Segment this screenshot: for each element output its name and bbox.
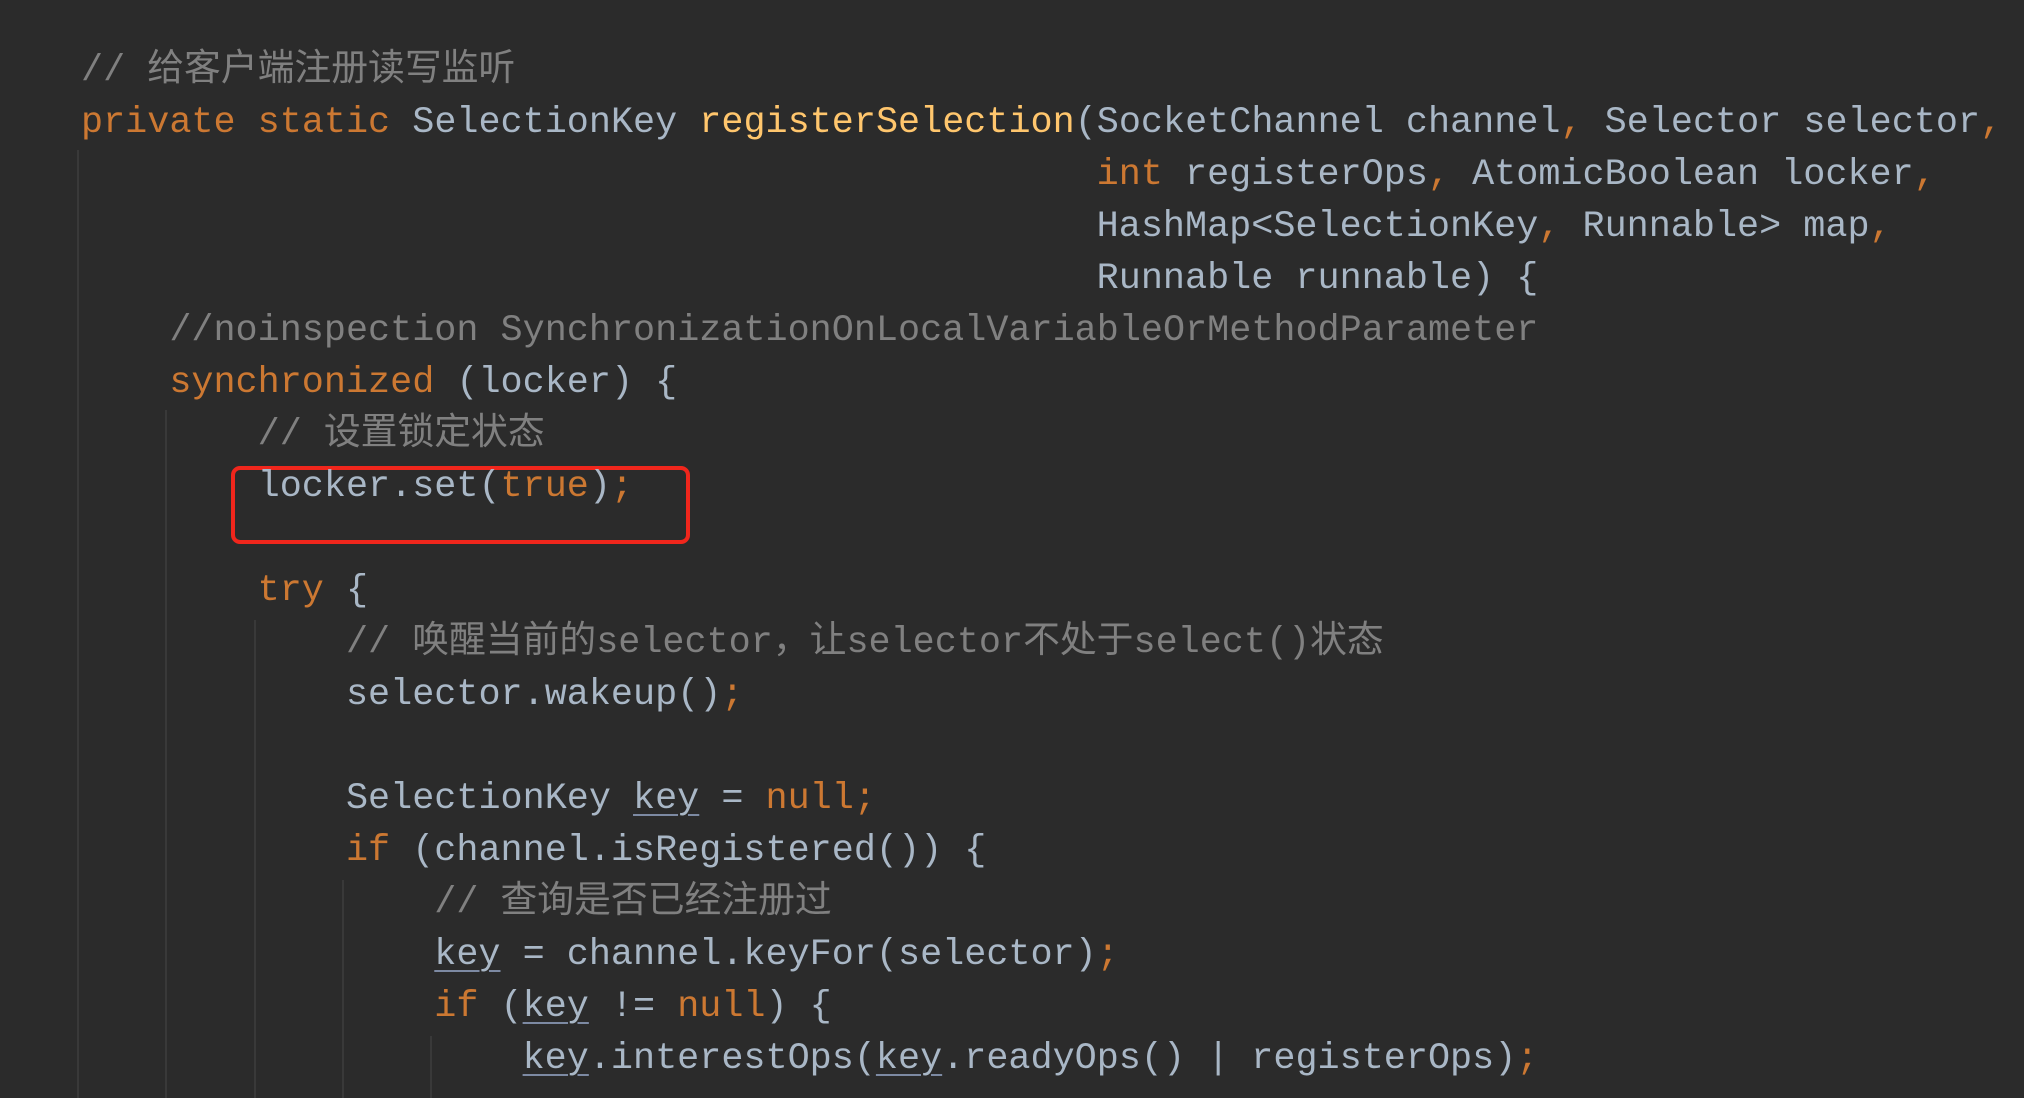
code-token: //noinspection SynchronizationOnLocalVar… <box>169 310 1539 352</box>
code-token: key <box>434 934 501 976</box>
code-token: 给客户端注册读写监听 <box>147 50 516 92</box>
code-line[interactable]: synchronized (locker) { <box>169 357 677 409</box>
code-token: (SocketChannel channel <box>1074 102 1561 144</box>
code-token: , <box>1980 102 2003 144</box>
code-token: 唤醒当前的 <box>412 622 597 664</box>
code-token: .readyOps() | registerOps) <box>942 1038 1517 1080</box>
code-token: if <box>434 986 501 1028</box>
code-token: ( <box>500 986 523 1028</box>
code-line[interactable]: locker.set(true); <box>258 461 633 513</box>
code-token: // <box>434 882 501 924</box>
code-line[interactable]: // 给客户端注册读写监听 <box>81 45 515 97</box>
code-token: ; <box>1516 1038 1539 1080</box>
code-token: ) <box>588 466 611 508</box>
code-line[interactable]: HashMap<SelectionKey, Runnable> map, <box>1097 201 1892 253</box>
code-token: ; <box>610 466 634 508</box>
code-token: key <box>522 986 589 1028</box>
code-line[interactable]: SelectionKey key = null; <box>346 773 876 825</box>
code-line[interactable]: //noinspection SynchronizationOnLocalVar… <box>169 305 1538 357</box>
code-token: 状态 <box>1310 622 1384 664</box>
code-line[interactable]: // 唤醒当前的selector，让selector不处于select()状态 <box>346 617 1384 669</box>
code-token: Selector selector <box>1604 102 1981 144</box>
code-token: ; <box>721 674 744 716</box>
code-token: selector <box>596 622 773 664</box>
code-line[interactable]: // 设置锁定状态 <box>258 409 545 461</box>
code-token: , <box>1869 206 1892 248</box>
code-editor[interactable]: // 给客户端注册读写监听 private static SelectionKey… <box>0 0 2024 1098</box>
code-token: , <box>1560 102 1605 144</box>
code-token: // <box>345 622 413 664</box>
code-token: ，让 <box>772 622 847 664</box>
code-token: 设置锁定状态 <box>323 414 545 456</box>
code-token: != <box>588 986 678 1028</box>
code-token: , <box>1538 206 1583 248</box>
code-line[interactable]: if (channel.isRegistered()) { <box>346 825 986 877</box>
code-token: key <box>875 1038 943 1080</box>
code-token: 查询是否已经注册过 <box>500 882 832 924</box>
code-token: key <box>633 778 700 820</box>
code-token: if <box>345 830 413 872</box>
code-line[interactable]: key = channel.keyFor(selector); <box>434 929 1119 981</box>
code-token: try <box>257 570 346 612</box>
code-token: selector <box>846 622 1024 664</box>
code-line[interactable]: int registerOps, AtomicBoolean locker, <box>1097 149 1936 201</box>
code-token: private static <box>81 102 413 144</box>
code-token: { <box>345 570 369 612</box>
code-token: SelectionKey <box>412 102 700 144</box>
code-token: AtomicBoolean locker <box>1472 154 1914 196</box>
code-token: null <box>677 986 766 1028</box>
code-line[interactable]: // 查询是否已经注册过 <box>434 877 831 929</box>
indent-guide <box>430 1036 432 1098</box>
code-token: , <box>1427 154 1473 196</box>
code-token: SelectionKey <box>345 778 634 820</box>
code-line[interactable]: if (key != null) { <box>434 981 832 1033</box>
indent-guide <box>254 620 256 1098</box>
code-token: = <box>699 778 766 820</box>
code-line[interactable]: Runnable runnable) { <box>1097 253 1539 305</box>
code-line[interactable]: private static SelectionKey registerSele… <box>81 97 2002 149</box>
code-token: // <box>257 414 324 456</box>
code-token: ; <box>1096 934 1119 976</box>
indent-guide <box>342 880 344 1098</box>
code-line[interactable]: key.interestOps(key.readyOps() | registe… <box>523 1033 1539 1085</box>
code-token: 不处于 <box>1023 622 1134 664</box>
code-token: key <box>522 1038 589 1080</box>
code-token: registerOps <box>1185 154 1428 196</box>
code-line[interactable]: try { <box>258 565 368 617</box>
code-line[interactable]: selector.wakeup(); <box>346 669 743 721</box>
code-token: HashMap<SelectionKey <box>1096 206 1539 248</box>
code-token: int <box>1096 154 1185 196</box>
code-token: registerSelection <box>699 102 1075 144</box>
code-token: select() <box>1133 622 1311 664</box>
code-token: = channel.keyFor(selector) <box>500 934 1097 976</box>
code-token: null; <box>765 778 876 820</box>
indent-guide <box>165 410 167 1098</box>
code-token: (locker) { <box>456 362 678 404</box>
code-token: Runnable> map <box>1582 206 1870 248</box>
code-token: .interestOps( <box>588 1038 876 1080</box>
code-token: Runnable runnable) { <box>1096 258 1539 300</box>
code-token: synchronized <box>169 362 457 404</box>
code-token: true <box>500 466 589 508</box>
code-token: , <box>1913 154 1936 196</box>
code-token: ) { <box>765 986 832 1028</box>
indent-guide <box>77 150 79 1098</box>
code-token: (channel.isRegistered()) { <box>412 830 987 872</box>
code-token: locker.set( <box>257 466 501 508</box>
code-token: selector.wakeup() <box>345 674 722 716</box>
code-token: // <box>81 50 148 92</box>
